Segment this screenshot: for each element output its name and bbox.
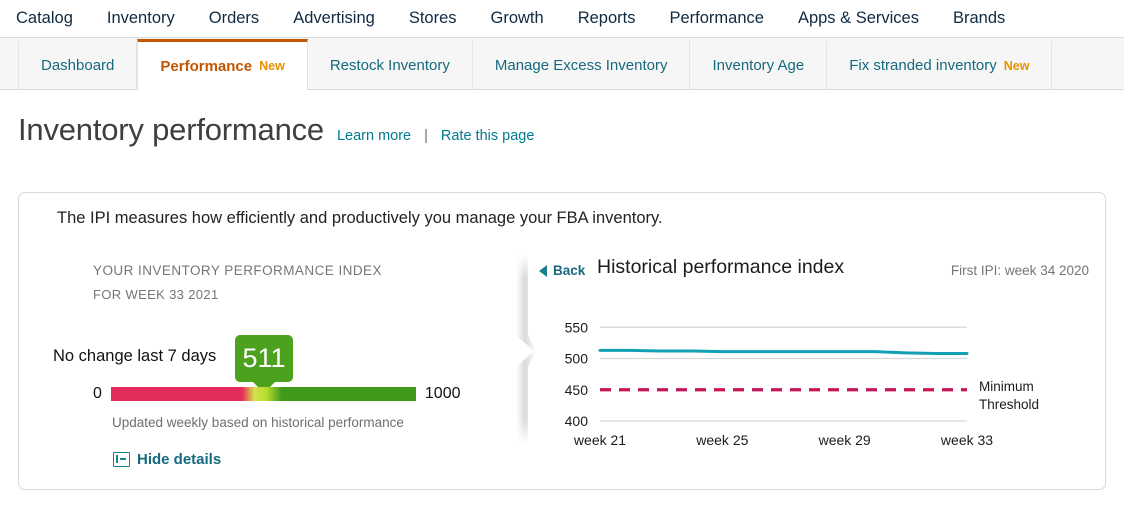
svg-text:500: 500	[565, 351, 589, 367]
tab-performance[interactable]: Performance New	[137, 39, 308, 90]
ipi-score-badge: 511	[235, 335, 293, 382]
svg-text:week 33: week 33	[940, 432, 993, 448]
tab-performance-label: Performance	[160, 57, 253, 75]
heading-separator: |	[424, 128, 428, 144]
gauge-bar	[110, 387, 416, 401]
rate-this-page-link[interactable]: Rate this page	[441, 128, 535, 144]
historical-chart-panel: Back Historical performance index First …	[519, 193, 1105, 489]
svg-text:week 25: week 25	[695, 432, 748, 448]
top-navigation-bar: Catalog Inventory Orders Advertising Sto…	[0, 0, 1124, 38]
chevron-left-icon	[539, 264, 547, 277]
tab-bar: Dashboard Performance New Restock Invent…	[0, 38, 1124, 90]
tab-fix-stranded-inventory[interactable]: Fix stranded inventory New	[827, 41, 1053, 90]
tab-manage-excess-inventory[interactable]: Manage Excess Inventory	[473, 41, 691, 90]
topnav-item-stores[interactable]: Stores	[392, 10, 474, 27]
ipi-index-label: YOUR INVENTORY PERFORMANCE INDEX	[93, 263, 382, 278]
chart-title: Historical performance index	[597, 256, 845, 278]
topnav-item-performance[interactable]: Performance	[652, 10, 780, 27]
back-button[interactable]: Back	[539, 263, 585, 278]
tab-manage-excess-inventory-label: Manage Excess Inventory	[494, 57, 668, 74]
svg-text:400: 400	[565, 413, 589, 429]
ipi-week-label: FOR WEEK 33 2021	[93, 287, 219, 302]
tab-restock-inventory[interactable]: Restock Inventory	[308, 41, 473, 90]
svg-text:week 21: week 21	[573, 432, 626, 448]
ipi-score-value: 511	[242, 343, 286, 373]
hide-details-label: Hide details	[137, 451, 222, 468]
gauge-min-label: 0	[93, 385, 102, 402]
gauge-max-label: 1000	[424, 385, 461, 402]
svg-text:550: 550	[565, 319, 589, 335]
tab-dashboard[interactable]: Dashboard	[18, 41, 138, 90]
tab-inventory-age[interactable]: Inventory Age	[690, 41, 828, 90]
topnav-item-catalog[interactable]: Catalog	[16, 10, 90, 27]
page-heading: Inventory performance Learn more | Rate …	[0, 90, 1124, 148]
ipi-gauge: 0 1000	[93, 385, 461, 403]
tab-restock-inventory-label: Restock Inventory	[329, 57, 450, 74]
learn-more-link[interactable]: Learn more	[337, 128, 411, 144]
topnav-item-growth[interactable]: Growth	[474, 10, 561, 27]
tab-dashboard-label: Dashboard	[41, 57, 115, 74]
svg-text:Threshold: Threshold	[979, 397, 1039, 412]
svg-text:450: 450	[565, 382, 589, 398]
topnav-item-apps-services[interactable]: Apps & Services	[781, 10, 936, 27]
tab-performance-new-badge: New	[259, 59, 285, 73]
topnav-item-advertising[interactable]: Advertising	[276, 10, 392, 27]
historical-performance-chart: 400 450 500 550 Minimum Threshold week 21 week …	[519, 313, 1124, 453]
hide-details-button[interactable]: Hide details	[113, 451, 221, 468]
tab-fix-stranded-inventory-new-badge: New	[1003, 58, 1030, 73]
topnav-item-inventory[interactable]: Inventory	[90, 10, 192, 27]
topnav-item-reports[interactable]: Reports	[561, 10, 653, 27]
collapse-panel-icon	[113, 452, 130, 467]
tab-inventory-age-label: Inventory Age	[712, 57, 805, 74]
svg-text:week 29: week 29	[818, 432, 871, 448]
page-title: Inventory performance	[18, 112, 324, 147]
inventory-performance-card: The IPI measures how efficiently and pro…	[18, 192, 1106, 490]
svg-text:Minimum: Minimum	[979, 379, 1034, 394]
chart-svg: 400 450 500 550 Minimum Threshold week 21 week …	[565, 319, 1039, 448]
gauge-update-note: Updated weekly based on historical perfo…	[112, 415, 404, 430]
back-button-label: Back	[553, 263, 586, 278]
tab-fix-stranded-inventory-label: Fix stranded inventory	[849, 57, 997, 74]
ipi-change-text: No change last 7 days	[53, 347, 217, 365]
topnav-item-brands[interactable]: Brands	[936, 10, 1022, 27]
first-ipi-label: First IPI: week 34 2020	[950, 263, 1089, 278]
ipi-score-panel: YOUR INVENTORY PERFORMANCE INDEX FOR WEE…	[19, 193, 511, 489]
topnav-item-orders[interactable]: Orders	[192, 10, 276, 27]
